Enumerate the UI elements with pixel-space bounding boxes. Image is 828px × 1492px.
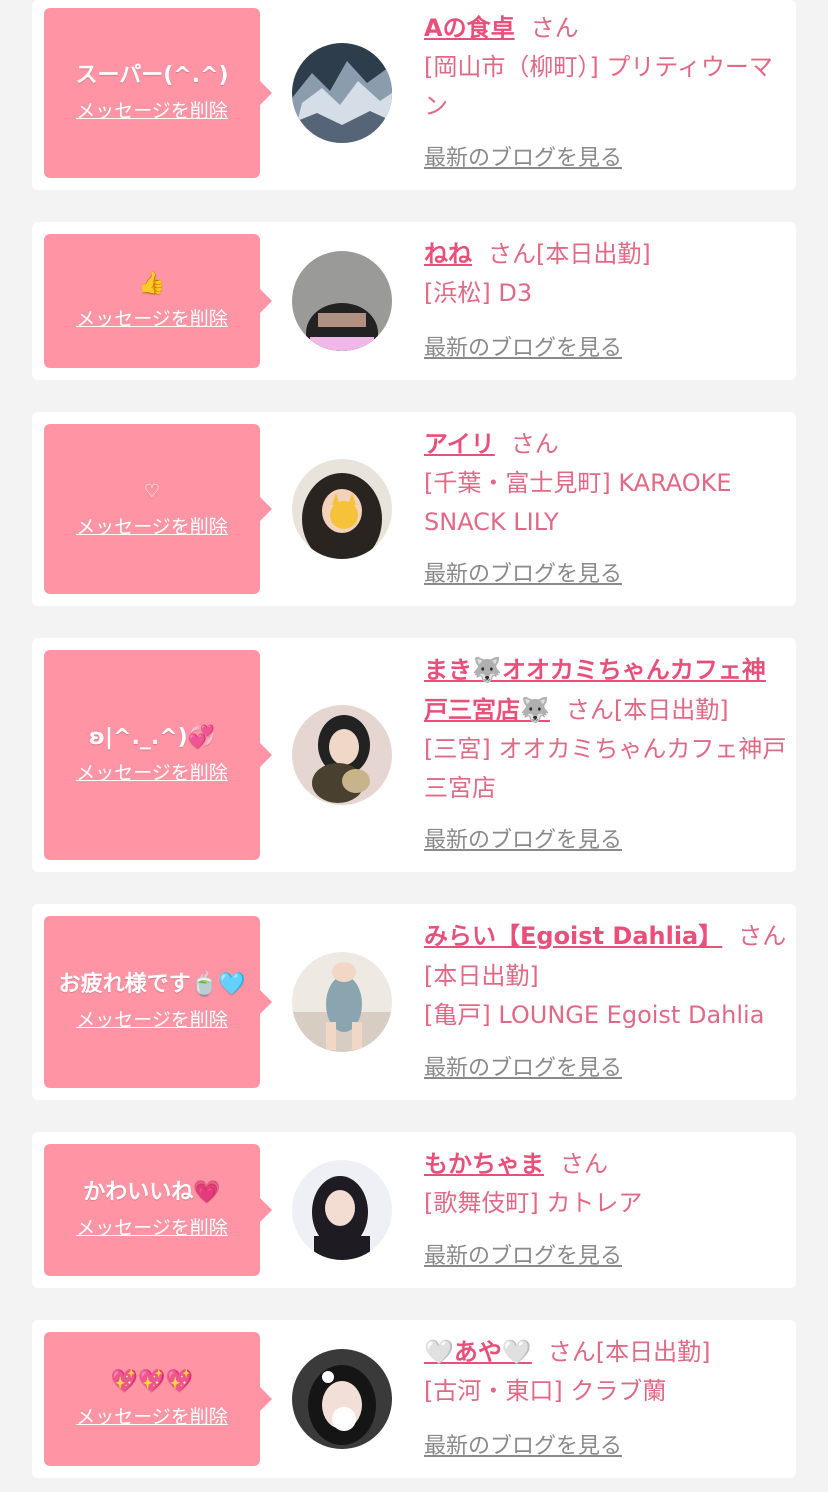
delete-message-link[interactable]: メッセージを削除 [76, 758, 228, 788]
avatar[interactable] [292, 1160, 392, 1260]
profile-info: みらい【Egoist Dahlia】 さん[本日出勤] [亀戸] LOUNGE E… [424, 916, 788, 1035]
delete-message-link[interactable]: メッセージを削除 [76, 1213, 228, 1243]
profile-info: アイリ さん [千葉・富士見町] KARAOKE SNACK LILY [424, 424, 788, 542]
cast-name-link[interactable]: 🤍あや🤍 [424, 1338, 532, 1366]
message-text: 👍 [138, 271, 166, 296]
name-suffix: さん[本日出勤] [565, 696, 729, 724]
message-text: スーパー(^.^) [75, 63, 229, 88]
delete-message-link[interactable]: メッセージを削除 [76, 96, 228, 126]
name-suffix: さん[本日出勤] [488, 240, 651, 268]
message-bubble: かわいいね💗 メッセージを削除 [44, 1144, 272, 1276]
message-bubble: お疲れ様です🍵🩵 メッセージを削除 [44, 916, 272, 1088]
shop-label: [岡山市（柳町）] プリティウーマン [424, 53, 773, 120]
delete-message-link[interactable]: メッセージを削除 [76, 1402, 228, 1432]
name-suffix: さん[本日出勤] [547, 1338, 711, 1366]
latest-blog-link[interactable]: 最新のブログを見る [424, 1242, 622, 1272]
avatar[interactable] [292, 251, 392, 351]
message-card: かわいいね💗 メッセージを削除 もかちゃま さん [歌舞伎町] カトレア 最新のブ… [32, 1132, 796, 1288]
avatar[interactable] [292, 705, 392, 805]
latest-blog-link[interactable]: 最新のブログを見る [424, 560, 622, 590]
profile-info: 🤍あや🤍 さん[本日出勤] [古河・東口] クラブ蘭 [424, 1332, 788, 1411]
avatar[interactable] [292, 43, 392, 143]
message-card: ♡ メッセージを削除 アイリ さん [千葉・富士見町] KARAOKE SNACK… [32, 412, 796, 606]
delete-message-link[interactable]: メッセージを削除 [76, 304, 228, 334]
message-card: お疲れ様です🍵🩵 メッセージを削除 みらい【Egoist Dahlia】 さん[本… [32, 904, 796, 1100]
avatar[interactable] [292, 459, 392, 559]
message-bubble: 👍 メッセージを削除 [44, 234, 272, 368]
message-bubble: ʚ|^._.^)💞 メッセージを削除 [44, 650, 272, 860]
message-bubble: スーパー(^.^) メッセージを削除 [44, 8, 272, 178]
cast-name-link[interactable]: アイリ [424, 430, 495, 458]
avatar[interactable] [292, 1349, 392, 1449]
profile-info: ねね さん[本日出勤] [浜松] D3 [424, 234, 788, 313]
message-text: 💖💖💖 [110, 1369, 194, 1394]
profile-info: もかちゃま さん [歌舞伎町] カトレア [424, 1144, 788, 1223]
message-text: かわいいね💗 [83, 1180, 221, 1205]
shop-label: [亀戸] LOUNGE Egoist Dahlia [424, 1001, 765, 1029]
message-list: スーパー(^.^) メッセージを削除 Aの食卓 さん [岡山市（柳町）] プリティ… [0, 0, 828, 1492]
latest-blog-link[interactable]: 最新のブログを見る [424, 826, 622, 856]
message-bubble: 💖💖💖 メッセージを削除 [44, 1332, 272, 1466]
cast-name-link[interactable]: みらい【Egoist Dahlia】 [424, 922, 722, 950]
delete-message-link[interactable]: メッセージを削除 [76, 512, 228, 542]
name-suffix: さん [510, 430, 559, 458]
shop-label: [浜松] D3 [424, 279, 533, 307]
message-card: 💖💖💖 メッセージを削除 🤍あや🤍 さん[本日出勤] [古河・東口] クラブ蘭 最… [32, 1320, 796, 1478]
message-card: 👍 メッセージを削除 ねね さん[本日出勤] [浜松] D3 最新のブログを見る [32, 222, 796, 380]
message-bubble: ♡ メッセージを削除 [44, 424, 272, 594]
profile-info: Aの食卓 さん [岡山市（柳町）] プリティウーマン [424, 8, 788, 126]
message-text: ʚ|^._.^)💞 [88, 725, 216, 750]
latest-blog-link[interactable]: 最新のブログを見る [424, 1432, 622, 1462]
message-card: スーパー(^.^) メッセージを削除 Aの食卓 さん [岡山市（柳町）] プリティ… [32, 0, 796, 190]
profile-info: まき🐺オオカミちゃんカフェ神戸三宮店🐺 さん[本日出勤] [三宮] オオカミちゃん… [424, 650, 788, 808]
shop-label: [三宮] オオカミちゃんカフェ神戸三宮店 [424, 735, 787, 802]
message-text: ♡ [143, 481, 161, 502]
cast-name-link[interactable]: ねね [424, 240, 472, 268]
name-suffix: さん [560, 1150, 608, 1178]
latest-blog-link[interactable]: 最新のブログを見る [424, 144, 622, 174]
avatar[interactable] [292, 952, 392, 1052]
message-text: お疲れ様です🍵🩵 [58, 972, 246, 997]
delete-message-link[interactable]: メッセージを削除 [76, 1005, 228, 1035]
shop-label: [古河・東口] クラブ蘭 [424, 1377, 667, 1405]
shop-label: [千葉・富士見町] KARAOKE SNACK LILY [424, 469, 732, 536]
cast-name-link[interactable]: もかちゃま [424, 1150, 544, 1178]
latest-blog-link[interactable]: 最新のブログを見る [424, 1054, 622, 1084]
latest-blog-link[interactable]: 最新のブログを見る [424, 334, 622, 364]
message-card: ʚ|^._.^)💞 メッセージを削除 まき🐺オオカミちゃんカフェ神戸三宮店🐺 さん… [32, 638, 796, 872]
name-suffix: さん [530, 14, 579, 42]
cast-name-link[interactable]: Aの食卓 [424, 14, 515, 42]
shop-label: [歌舞伎町] カトレア [424, 1189, 643, 1217]
